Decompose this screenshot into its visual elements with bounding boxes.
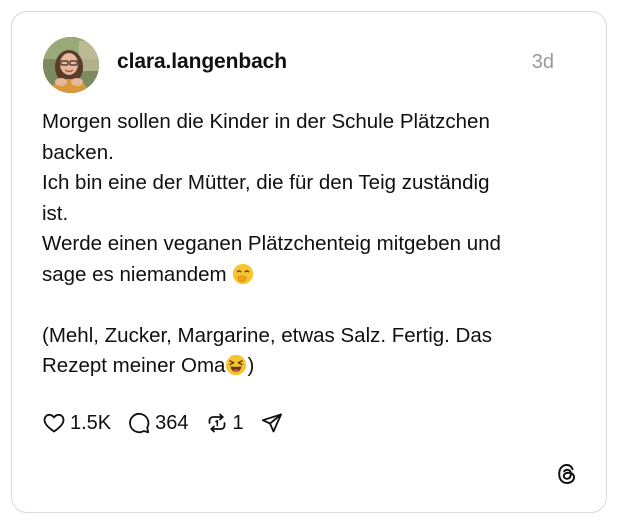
post-text: Morgen sollen die Kinder in der Schule P…	[42, 107, 562, 382]
like-count: 1.5K	[70, 411, 112, 434]
post-timestamp[interactable]: 3d	[532, 51, 554, 74]
post-text-segment: Rezept meiner Oma	[42, 354, 226, 377]
repost-icon	[208, 413, 225, 433]
threads-logo-icon[interactable]	[555, 462, 579, 486]
post-text-line: ist.	[42, 201, 69, 225]
post-text-line: Morgen sollen die Kinder in der Schule P…	[42, 110, 490, 133]
repost-count: 1	[232, 411, 244, 434]
comment-icon	[129, 412, 150, 434]
post-text-line: backen.	[42, 140, 114, 164]
send-icon	[261, 413, 282, 433]
post-text-line-with-emoji: sage es niemandem	[42, 260, 562, 291]
post-card: clara.langenbach 3d Morgen sollen die Ki…	[11, 11, 607, 513]
post-actions: 1.5K 364 1	[42, 410, 300, 436]
reply-count: 364	[155, 411, 189, 434]
post-text-line: (Mehl, Zucker, Margarine, etwas Salz. Fe…	[42, 323, 493, 347]
post-text-line: Werde einen veganen Plätzchenteig mitgeb…	[42, 232, 501, 255]
like-button[interactable]: 1.5K	[42, 411, 111, 435]
username[interactable]: clara.langenbach	[117, 50, 287, 74]
heart-icon	[43, 413, 65, 433]
user-avatar[interactable]	[43, 37, 99, 93]
post-text-segment: )	[247, 354, 255, 377]
hand-over-mouth-emoji-icon	[233, 263, 254, 284]
post-text-segment: sage es niemandem	[42, 262, 227, 286]
reply-button[interactable]: 364	[127, 411, 189, 435]
laughing-emoji-icon	[226, 354, 247, 376]
post-text-line: Ich bin eine der Mütter, die für den Tei…	[42, 171, 490, 194]
repost-button[interactable]: 1	[205, 411, 244, 435]
share-button[interactable]	[260, 411, 284, 435]
post-text-line-with-emoji: Rezept meiner Oma )	[42, 351, 562, 382]
